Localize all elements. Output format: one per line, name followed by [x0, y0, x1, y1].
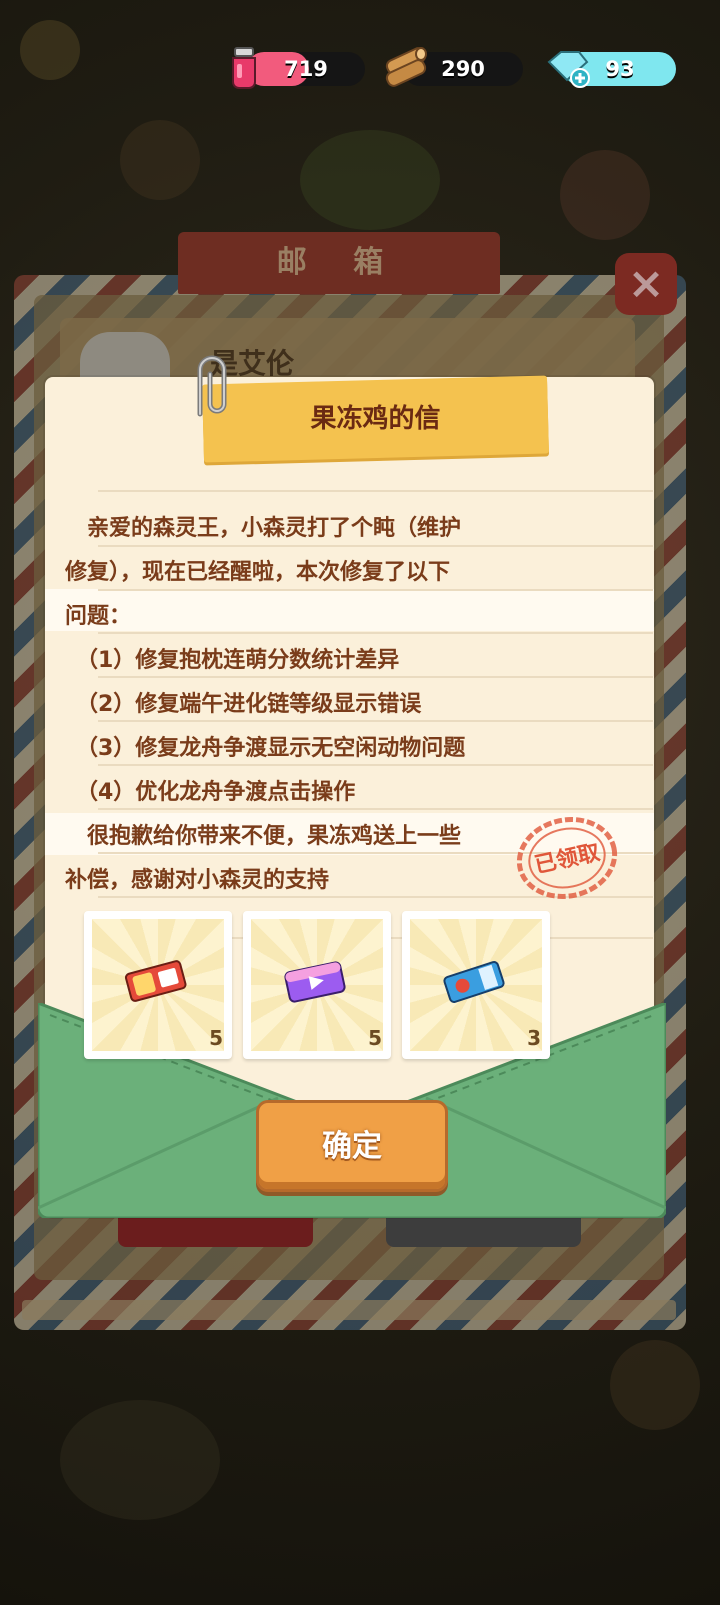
letter-line: （3）修复龙舟争渡显示无空闲动物问题 [65, 736, 466, 761]
background-decor [20, 20, 80, 80]
mailbox-title: 邮 箱 [178, 232, 500, 294]
background-decor [60, 1400, 220, 1520]
reward-card[interactable]: 3 [402, 911, 550, 1059]
background-decor [300, 130, 440, 230]
potion-icon [232, 47, 256, 89]
letter-line: 补偿，感谢对小森灵的支持 [65, 868, 330, 893]
letter-line: 亲爱的森灵王，小森灵打了个盹（维护 [65, 516, 462, 541]
reward-card[interactable]: 5 [84, 911, 232, 1059]
divider [98, 490, 653, 492]
reward-count: 5 [209, 1026, 223, 1050]
stamp-text: 已领取 [532, 839, 602, 878]
reward-count: 5 [368, 1026, 382, 1050]
gem-plus-icon[interactable] [545, 48, 591, 88]
letter-title: 果冻鸡的信 [310, 404, 441, 434]
potion-counter[interactable]: 719 [247, 52, 365, 86]
reward-count: 3 [527, 1026, 541, 1050]
mailbox-base [22, 1300, 676, 1320]
ticket-icon [124, 960, 187, 1002]
background-decor [610, 1340, 700, 1430]
background-decor [560, 150, 650, 240]
wood-log-icon [385, 47, 427, 87]
claimed-stamp: 已领取 [516, 817, 618, 899]
background-decor [120, 120, 200, 200]
blue-ticket-icon [443, 961, 505, 1003]
letter-line: 问题： [65, 604, 132, 629]
video-ticket-icon [284, 961, 346, 1003]
confirm-button[interactable]: 确定 [256, 1100, 448, 1192]
letter-line: 修复），现在已经醒啦，本次修复了以下 [65, 560, 451, 585]
letter-line: （4）优化龙舟争渡点击操作 [65, 780, 356, 805]
potion-value: 719 [284, 57, 328, 81]
paperclip-icon [197, 355, 227, 417]
letter-line: 很抱歉给你带来不便，果冻鸡送上一些 [65, 824, 462, 849]
letter-line: （1）修复抱枕连萌分数统计差异 [65, 648, 400, 673]
letter-line: （2）修复端午进化链等级显示错误 [65, 692, 422, 717]
mailbox-close-button[interactable]: × [615, 253, 677, 315]
reward-card[interactable]: 5 [243, 911, 391, 1059]
